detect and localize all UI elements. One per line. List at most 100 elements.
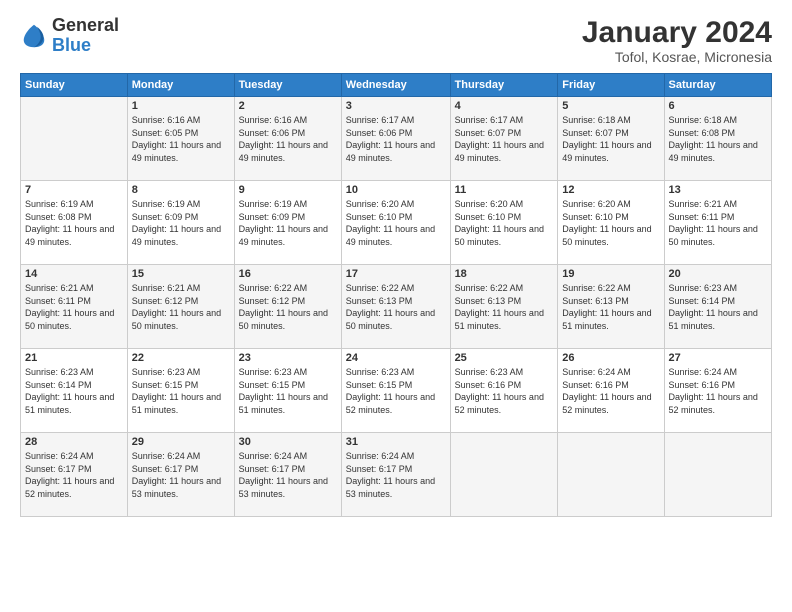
day-info: Sunrise: 6:23 AMSunset: 6:14 PMDaylight:… bbox=[25, 366, 123, 416]
day-info: Sunrise: 6:24 AMSunset: 6:16 PMDaylight:… bbox=[562, 366, 659, 416]
day-number: 11 bbox=[455, 184, 554, 196]
day-info: Sunrise: 6:18 AMSunset: 6:07 PMDaylight:… bbox=[562, 114, 659, 164]
day-number: 27 bbox=[669, 352, 767, 364]
logo-icon bbox=[20, 22, 48, 50]
calendar-cell: 6 Sunrise: 6:18 AMSunset: 6:08 PMDaylight… bbox=[664, 97, 771, 181]
calendar-cell: 4Sunrise: 6:17 AMSunset: 6:07 PMDaylight… bbox=[450, 97, 558, 181]
day-number: 7 bbox=[25, 184, 123, 196]
calendar-cell: 26 Sunrise: 6:24 AMSunset: 6:16 PMDayligh… bbox=[558, 349, 664, 433]
day-info: Sunrise: 6:21 AMSunset: 6:11 PMDaylight:… bbox=[669, 198, 767, 248]
day-info: Sunrise: 6:22 AMSunset: 6:13 PMDaylight:… bbox=[562, 282, 659, 332]
day-info: Sunrise: 6:23 AMSunset: 6:16 PMDaylight:… bbox=[455, 366, 554, 416]
calendar-cell: 2 Sunrise: 6:16 AMSunset: 6:06 PMDaylight… bbox=[234, 97, 341, 181]
day-info: Sunrise: 6:19 AMSunset: 6:09 PMDaylight:… bbox=[132, 198, 230, 248]
header: General Blue January 2024 Tofol, Kosrae,… bbox=[20, 16, 772, 65]
day-info: Sunrise: 6:19 AMSunset: 6:08 PMDaylight:… bbox=[25, 198, 123, 248]
calendar-cell: 23Sunrise: 6:23 AMSunset: 6:15 PMDayligh… bbox=[234, 349, 341, 433]
day-info: Sunrise: 6:23 AMSunset: 6:14 PMDaylight:… bbox=[669, 282, 767, 332]
day-number: 31 bbox=[346, 436, 446, 448]
day-number: 12 bbox=[562, 184, 659, 196]
day-number: 2 bbox=[239, 100, 337, 112]
calendar-cell: 8Sunrise: 6:19 AMSunset: 6:09 PMDaylight… bbox=[127, 181, 234, 265]
calendar-table: SundayMondayTuesdayWednesdayThursdayFrid… bbox=[20, 73, 772, 517]
day-number: 22 bbox=[132, 352, 230, 364]
calendar-cell: 24Sunrise: 6:23 AMSunset: 6:15 PMDayligh… bbox=[341, 349, 450, 433]
day-number: 17 bbox=[346, 268, 446, 280]
calendar-week-5: 28Sunrise: 6:24 AMSunset: 6:17 PMDayligh… bbox=[21, 433, 772, 517]
day-number: 1 bbox=[132, 100, 230, 112]
calendar-cell: 25 Sunrise: 6:23 AMSunset: 6:16 PMDayligh… bbox=[450, 349, 558, 433]
calendar-cell: 15Sunrise: 6:21 AMSunset: 6:12 PMDayligh… bbox=[127, 265, 234, 349]
calendar-header: SundayMondayTuesdayWednesdayThursdayFrid… bbox=[21, 74, 772, 97]
day-number: 18 bbox=[455, 268, 554, 280]
calendar-cell: 10 Sunrise: 6:20 AMSunset: 6:10 PMDayligh… bbox=[341, 181, 450, 265]
calendar-body: 1 Sunrise: 6:16 AMSunset: 6:05 PMDaylight… bbox=[21, 97, 772, 517]
calendar-cell: 30Sunrise: 6:24 AMSunset: 6:17 PMDayligh… bbox=[234, 433, 341, 517]
day-number: 26 bbox=[562, 352, 659, 364]
calendar-cell: 18 Sunrise: 6:22 AMSunset: 6:13 PMDayligh… bbox=[450, 265, 558, 349]
calendar-cell: 3 Sunrise: 6:17 AMSunset: 6:06 PMDaylight… bbox=[341, 97, 450, 181]
calendar-cell: 16 Sunrise: 6:22 AMSunset: 6:12 PMDayligh… bbox=[234, 265, 341, 349]
calendar-cell: 5 Sunrise: 6:18 AMSunset: 6:07 PMDaylight… bbox=[558, 97, 664, 181]
day-info: Sunrise: 6:20 AMSunset: 6:10 PMDaylight:… bbox=[346, 198, 446, 248]
day-info: Sunrise: 6:20 AMSunset: 6:10 PMDaylight:… bbox=[455, 198, 554, 248]
day-number: 3 bbox=[346, 100, 446, 112]
day-info: Sunrise: 6:23 AMSunset: 6:15 PMDaylight:… bbox=[346, 366, 446, 416]
calendar-cell: 17 Sunrise: 6:22 AMSunset: 6:13 PMDayligh… bbox=[341, 265, 450, 349]
day-number: 5 bbox=[562, 100, 659, 112]
day-info: Sunrise: 6:24 AMSunset: 6:17 PMDaylight:… bbox=[25, 450, 123, 500]
calendar-cell bbox=[558, 433, 664, 517]
day-number: 16 bbox=[239, 268, 337, 280]
calendar-cell: 28Sunrise: 6:24 AMSunset: 6:17 PMDayligh… bbox=[21, 433, 128, 517]
day-number: 14 bbox=[25, 268, 123, 280]
day-info: Sunrise: 6:16 AMSunset: 6:05 PMDaylight:… bbox=[132, 114, 230, 164]
weekday-header-row: SundayMondayTuesdayWednesdayThursdayFrid… bbox=[21, 74, 772, 97]
day-info: Sunrise: 6:24 AMSunset: 6:17 PMDaylight:… bbox=[132, 450, 230, 500]
day-info: Sunrise: 6:20 AMSunset: 6:10 PMDaylight:… bbox=[562, 198, 659, 248]
day-info: Sunrise: 6:17 AMSunset: 6:06 PMDaylight:… bbox=[346, 114, 446, 164]
day-info: Sunrise: 6:17 AMSunset: 6:07 PMDaylight:… bbox=[455, 114, 554, 164]
calendar-cell: 11 Sunrise: 6:20 AMSunset: 6:10 PMDayligh… bbox=[450, 181, 558, 265]
day-info: Sunrise: 6:21 AMSunset: 6:11 PMDaylight:… bbox=[25, 282, 123, 332]
calendar-cell: 9 Sunrise: 6:19 AMSunset: 6:09 PMDaylight… bbox=[234, 181, 341, 265]
calendar-cell: 21Sunrise: 6:23 AMSunset: 6:14 PMDayligh… bbox=[21, 349, 128, 433]
day-info: Sunrise: 6:16 AMSunset: 6:06 PMDaylight:… bbox=[239, 114, 337, 164]
calendar-cell: 27Sunrise: 6:24 AMSunset: 6:16 PMDayligh… bbox=[664, 349, 771, 433]
day-info: Sunrise: 6:19 AMSunset: 6:09 PMDaylight:… bbox=[239, 198, 337, 248]
calendar-cell: 1 Sunrise: 6:16 AMSunset: 6:05 PMDaylight… bbox=[127, 97, 234, 181]
calendar-week-2: 7 Sunrise: 6:19 AMSunset: 6:08 PMDaylight… bbox=[21, 181, 772, 265]
day-number: 6 bbox=[669, 100, 767, 112]
calendar-cell bbox=[450, 433, 558, 517]
day-info: Sunrise: 6:22 AMSunset: 6:13 PMDaylight:… bbox=[455, 282, 554, 332]
day-info: Sunrise: 6:21 AMSunset: 6:12 PMDaylight:… bbox=[132, 282, 230, 332]
weekday-header-saturday: Saturday bbox=[664, 74, 771, 97]
calendar-cell bbox=[664, 433, 771, 517]
day-number: 29 bbox=[132, 436, 230, 448]
weekday-header-tuesday: Tuesday bbox=[234, 74, 341, 97]
calendar-cell: 13Sunrise: 6:21 AMSunset: 6:11 PMDayligh… bbox=[664, 181, 771, 265]
calendar-subtitle: Tofol, Kosrae, Micronesia bbox=[582, 49, 772, 65]
day-info: Sunrise: 6:24 AMSunset: 6:17 PMDaylight:… bbox=[346, 450, 446, 500]
logo-text: General Blue bbox=[52, 16, 119, 56]
calendar-cell: 31 Sunrise: 6:24 AMSunset: 6:17 PMDayligh… bbox=[341, 433, 450, 517]
calendar-cell: 19Sunrise: 6:22 AMSunset: 6:13 PMDayligh… bbox=[558, 265, 664, 349]
calendar-cell: 20 Sunrise: 6:23 AMSunset: 6:14 PMDayligh… bbox=[664, 265, 771, 349]
day-number: 10 bbox=[346, 184, 446, 196]
day-number: 30 bbox=[239, 436, 337, 448]
day-info: Sunrise: 6:18 AMSunset: 6:08 PMDaylight:… bbox=[669, 114, 767, 164]
day-info: Sunrise: 6:23 AMSunset: 6:15 PMDaylight:… bbox=[132, 366, 230, 416]
calendar-cell: 29 Sunrise: 6:24 AMSunset: 6:17 PMDayligh… bbox=[127, 433, 234, 517]
day-info: Sunrise: 6:22 AMSunset: 6:13 PMDaylight:… bbox=[346, 282, 446, 332]
calendar-week-3: 14 Sunrise: 6:21 AMSunset: 6:11 PMDayligh… bbox=[21, 265, 772, 349]
weekday-header-monday: Monday bbox=[127, 74, 234, 97]
day-number: 20 bbox=[669, 268, 767, 280]
day-info: Sunrise: 6:22 AMSunset: 6:12 PMDaylight:… bbox=[239, 282, 337, 332]
calendar-title: January 2024 bbox=[582, 16, 772, 49]
calendar-week-1: 1 Sunrise: 6:16 AMSunset: 6:05 PMDaylight… bbox=[21, 97, 772, 181]
day-info: Sunrise: 6:23 AMSunset: 6:15 PMDaylight:… bbox=[239, 366, 337, 416]
day-number: 25 bbox=[455, 352, 554, 364]
calendar-week-4: 21Sunrise: 6:23 AMSunset: 6:14 PMDayligh… bbox=[21, 349, 772, 433]
weekday-header-wednesday: Wednesday bbox=[341, 74, 450, 97]
weekday-header-thursday: Thursday bbox=[450, 74, 558, 97]
day-number: 9 bbox=[239, 184, 337, 196]
